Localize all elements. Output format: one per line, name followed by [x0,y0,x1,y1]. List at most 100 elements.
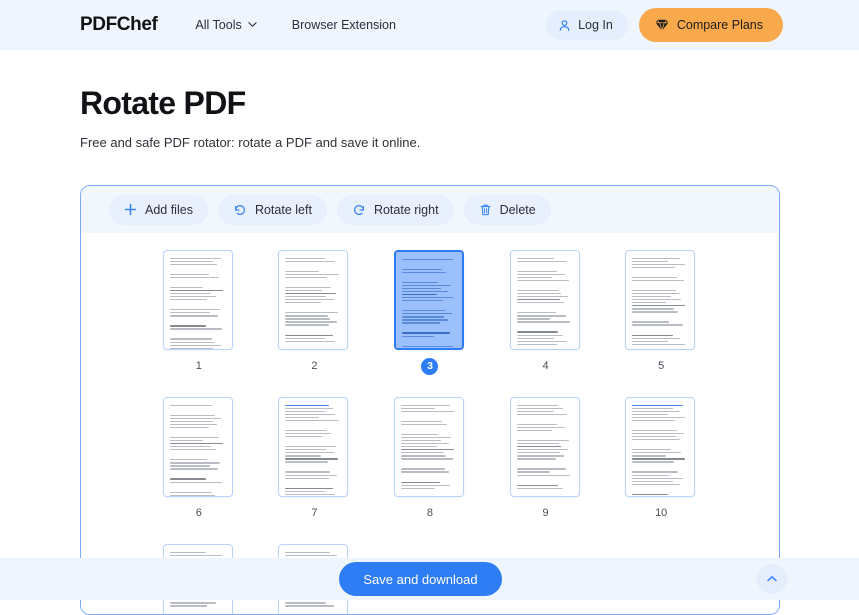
thumbnail-text-line [285,315,328,316]
thumbnail-scroll-area[interactable]: 123456789101112 [81,233,779,614]
thumbnail-item[interactable]: 3 [394,250,466,375]
thumbnail-text-line [632,471,678,472]
brand-logo[interactable]: PDFChef [80,14,157,36]
thumbnail-text-line [517,280,570,281]
thumbnail-text-line [632,411,680,412]
thumbnail-text-line [170,348,214,349]
thumbnail-text-line [285,478,329,479]
nav-browser-extension[interactable]: Browser Extension [292,18,396,32]
thumbnail-text-line [517,302,565,303]
thumbnail-line-gap [170,280,226,282]
add-files-button[interactable]: Add files [109,195,208,225]
page-thumbnail[interactable] [278,250,348,350]
page-thumbnail[interactable] [394,250,464,350]
thumbnail-text-line [401,458,453,459]
thumbnail-line-gap [285,481,341,483]
thumbnail-text-line [170,293,211,294]
thumbnail-item[interactable]: 6 [163,397,235,522]
thumbnail-text-line [285,414,334,415]
thumbnail-text-line [402,332,450,333]
thumbnail-text-line [632,494,668,495]
thumbnail-text-line [517,424,557,425]
thumbnail-line-gap [632,314,688,316]
thumbnail-text-line [401,471,449,472]
thumbnail-text-line [170,287,204,288]
thumbnail-item[interactable]: 9 [510,397,582,522]
thumbnail-text-line [402,294,437,295]
thumbnail-text-line [285,430,326,431]
page-thumbnail[interactable] [394,397,464,497]
thumbnail-text-line [401,408,435,409]
nav-all-tools[interactable]: All Tools [195,18,256,32]
thumbnail-line-gap [517,417,573,419]
thumbnail-text-line [170,309,220,310]
rotate-right-button[interactable]: Rotate right [337,195,454,225]
thumbnail-page-number: 7 [278,505,350,522]
page-thumbnail[interactable] [625,250,695,350]
thumbnail-item[interactable]: 10 [625,397,697,522]
thumbnail-line-gap [170,485,226,487]
thumbnail-text-line [170,459,207,460]
thumbnail-text-line [170,277,219,278]
thumbnail-grid: 123456789101112 [81,233,779,614]
page-thumbnail[interactable] [625,397,695,497]
thumbnail-line-gap [401,491,457,493]
thumbnail-item[interactable]: 4 [510,250,582,375]
thumbnail-text-line [285,433,331,434]
page-thumbnail[interactable] [278,397,348,497]
thumbnail-text-line [401,424,447,425]
thumbnail-text-line [285,302,321,303]
thumbnail-text-line [402,297,453,298]
thumbnail-text-line [517,258,554,259]
thumbnail-text-line [632,408,672,409]
page-subtitle: Free and safe PDF rotator: rotate a PDF … [80,135,779,150]
page-thumbnail[interactable] [510,397,580,497]
editor-panel: Add files Rotate left Rotate right [80,185,780,615]
thumbnail-line-gap [517,491,573,493]
thumbnail-line-gap [170,302,226,304]
thumbnail-text-line [285,261,334,262]
thumbnail-text-line [285,420,338,421]
thumbnail-text-line [632,455,666,456]
rotate-right-icon [352,203,366,217]
page-thumbnail[interactable] [163,397,233,497]
thumbnail-text-line [170,443,223,444]
save-and-download-button[interactable]: Save and download [339,562,501,596]
thumbnail-text-line [401,443,449,444]
compare-plans-button[interactable]: Compare Plans [639,8,783,42]
delete-button[interactable]: Delete [464,195,551,225]
thumbnail-line-gap [285,264,341,266]
thumbnail-item[interactable]: 2 [278,250,350,375]
login-button[interactable]: Log In [546,10,628,40]
plus-icon [124,203,137,216]
thumbnail-text-line [632,267,675,268]
thumbnail-text-line [170,437,219,438]
thumbnail-text-line [402,313,452,314]
thumbnail-text-line [285,408,333,409]
thumbnail-text-line [285,290,322,291]
thumbnail-text-line [632,296,671,297]
thumbnail-text-line [170,264,218,265]
thumbnail-text-line [285,471,330,472]
thumbnail-text-line [401,411,454,412]
thumbnail-item[interactable]: 1 [163,250,235,375]
thumbnail-text-line [632,433,684,434]
thumbnail-item[interactable]: 5 [625,250,697,375]
thumbnail-text-line [517,408,563,409]
page-thumbnail[interactable] [510,250,580,350]
bottom-action-bar: Save and download [0,558,859,600]
thumbnail-text-line [402,269,442,270]
page-thumbnail[interactable] [163,250,233,350]
thumbnail-text-line [402,272,446,273]
thumbnail-line-gap [285,328,341,330]
thumbnail-item[interactable]: 7 [278,397,350,522]
thumbnail-text-line [170,482,223,483]
thumbnail-item[interactable]: 8 [394,397,466,522]
thumbnail-text-line [170,440,204,441]
thumbnail-text-line [285,341,334,342]
rotate-left-button[interactable]: Rotate left [218,195,327,225]
chevron-down-icon [248,20,257,29]
thumbnail-text-line [401,455,446,456]
scroll-to-top-button[interactable] [757,564,787,594]
thumbnail-text-line [402,285,451,286]
